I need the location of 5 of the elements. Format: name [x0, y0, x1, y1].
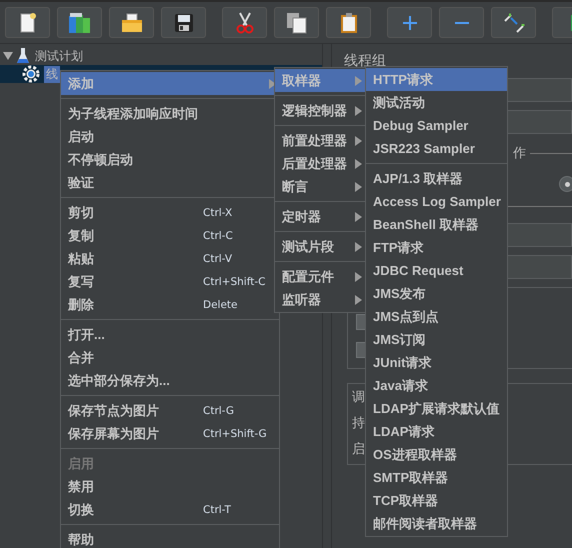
field-label: 持: [352, 415, 365, 432]
panel-title: 线程组: [344, 52, 387, 70]
field-label: 启: [352, 441, 365, 458]
group-title: 调: [352, 389, 365, 406]
group-title: 作: [513, 145, 526, 162]
